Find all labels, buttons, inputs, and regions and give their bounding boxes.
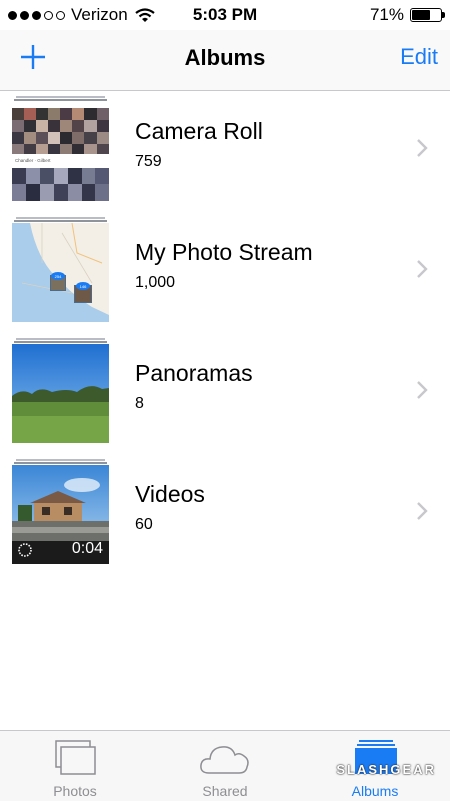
- thumb-caption: Chandler · Gilbert: [15, 158, 51, 163]
- album-title: Videos: [135, 481, 205, 507]
- tab-label: Shared: [202, 783, 248, 799]
- tab-shared[interactable]: Shared: [150, 731, 300, 801]
- album-row-my-photo-stream[interactable]: 254 146 My Photo Stream 1,000: [0, 217, 450, 337]
- tab-photos[interactable]: Photos: [0, 731, 150, 801]
- album-thumbnail: 0:04: [12, 459, 109, 564]
- navigation-bar: Albums Edit: [0, 30, 450, 91]
- chevron-right-icon: [417, 502, 428, 520]
- album-thumbnail: [12, 338, 109, 443]
- edit-button[interactable]: Edit: [400, 44, 438, 70]
- battery-percent: 71%: [369, 5, 404, 24]
- chevron-right-icon: [417, 139, 428, 157]
- video-icon: [18, 543, 32, 557]
- album-count: 8: [135, 395, 144, 412]
- svg-text:146: 146: [80, 284, 87, 289]
- tab-label: Albums: [351, 783, 399, 799]
- video-duration: 0:04: [71, 540, 103, 557]
- album-title: My Photo Stream: [135, 239, 313, 265]
- album-row-panoramas[interactable]: Panoramas 8: [0, 338, 450, 458]
- album-row-camera-roll[interactable]: Chandler · Gilbert Camera Roll 759: [0, 96, 450, 216]
- status-bar: Verizon 5:03 PM 71%: [0, 0, 450, 30]
- page-title: Albums: [184, 45, 266, 70]
- photos-icon: [55, 740, 96, 775]
- album-count: 60: [135, 516, 153, 533]
- watermark: SLASHGEAR: [336, 762, 436, 777]
- album-row-videos[interactable]: 0:04 Videos 60: [0, 459, 450, 579]
- album-count: 759: [135, 153, 162, 170]
- battery-icon: [410, 8, 445, 22]
- map-badge: 146: [74, 282, 92, 303]
- album-count: 1,000: [135, 274, 176, 291]
- status-right: 71%: [369, 5, 445, 25]
- album-thumbnail: 254 146: [12, 217, 109, 322]
- chevron-right-icon: [417, 260, 428, 278]
- tab-label: Photos: [53, 783, 97, 799]
- svg-text:254: 254: [55, 274, 62, 279]
- cloud-icon: [200, 746, 249, 774]
- map-badge: 254: [50, 272, 66, 291]
- album-thumbnail: Chandler · Gilbert: [12, 96, 109, 201]
- album-title: Panoramas: [135, 360, 253, 386]
- album-title: Camera Roll: [135, 118, 263, 144]
- chevron-right-icon: [417, 381, 428, 399]
